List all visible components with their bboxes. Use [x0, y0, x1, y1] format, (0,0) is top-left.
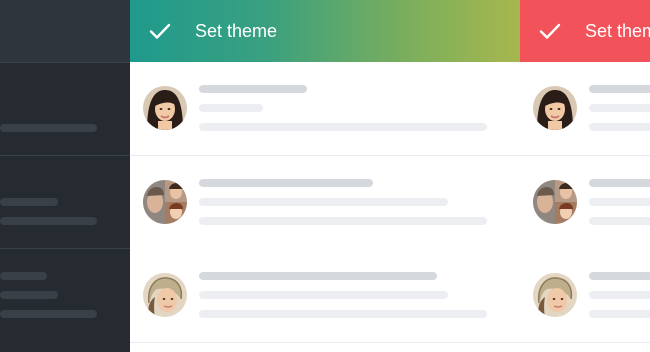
title-placeholder [589, 272, 650, 280]
sidebar-item-placeholder [0, 198, 58, 206]
list-item[interactable] [520, 249, 650, 343]
title-placeholder [589, 85, 650, 93]
list-item[interactable] [520, 62, 650, 156]
sidebar-preview [0, 0, 130, 352]
title-placeholder [589, 179, 650, 187]
text-placeholder [199, 123, 487, 131]
list-item[interactable] [130, 62, 520, 156]
sidebar-header [0, 0, 130, 62]
subtitle-placeholder [589, 291, 650, 299]
text-placeholder [589, 217, 650, 225]
sidebar-item-placeholder [0, 217, 97, 225]
subtitle-placeholder [199, 198, 448, 206]
sidebar-item[interactable] [0, 62, 130, 156]
subtitle-placeholder [589, 198, 650, 206]
text-placeholder [199, 217, 487, 225]
subtitle-placeholder [199, 291, 448, 299]
check-icon[interactable] [148, 19, 172, 43]
sidebar-item-placeholder [0, 124, 97, 132]
title-placeholder [199, 272, 437, 280]
title-placeholder [199, 179, 373, 187]
user-avatar [533, 180, 577, 224]
sidebar-item-placeholder [0, 310, 97, 318]
sidebar-item-placeholder [0, 272, 47, 280]
theme-header[interactable]: Set theme [520, 0, 650, 62]
sidebar-item[interactable] [0, 248, 130, 352]
user-avatar [533, 273, 577, 317]
list-item[interactable] [130, 249, 520, 343]
sidebar-item[interactable] [0, 155, 130, 249]
theme-picker-screen: Set theme Set them [0, 0, 650, 352]
user-avatar [143, 86, 187, 130]
list-item[interactable] [520, 156, 650, 250]
theme-header[interactable]: Set theme [130, 0, 520, 62]
theme-card-red[interactable]: Set theme [520, 0, 650, 352]
set-theme-label[interactable]: Set theme [195, 20, 277, 42]
set-theme-label[interactable]: Set theme [585, 20, 650, 42]
subtitle-placeholder [199, 104, 263, 112]
text-placeholder [589, 123, 650, 131]
title-placeholder [199, 85, 307, 93]
sidebar-item-placeholder [0, 291, 58, 299]
theme-card-gradient[interactable]: Set theme [130, 0, 520, 352]
list-item[interactable] [130, 156, 520, 250]
user-avatar [533, 86, 577, 130]
text-placeholder [199, 310, 487, 318]
check-icon[interactable] [538, 19, 562, 43]
user-avatar [143, 273, 187, 317]
text-placeholder [589, 310, 650, 318]
user-avatar [143, 180, 187, 224]
subtitle-placeholder [589, 104, 650, 112]
